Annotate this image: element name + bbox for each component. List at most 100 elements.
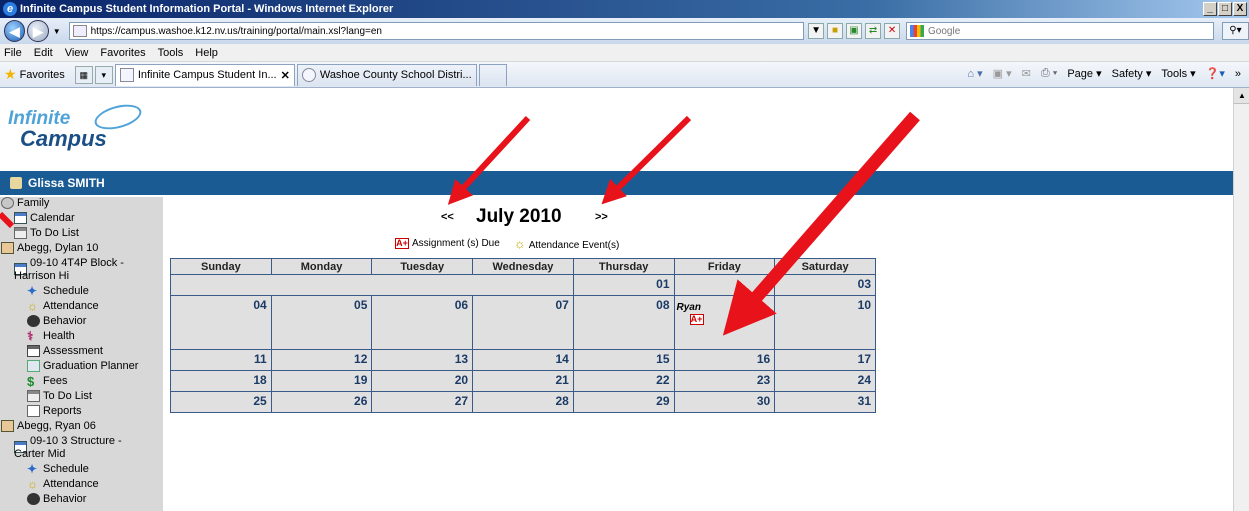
calendar-day[interactable]: 13 (371, 349, 474, 371)
page-menu[interactable]: Page ▾ (1067, 67, 1101, 80)
help-icon[interactable]: ❓▾ (1206, 67, 1225, 80)
menu-help[interactable]: Help (195, 47, 218, 59)
calendar-day[interactable]: 06 (371, 295, 474, 350)
favorites-star-icon[interactable]: ★ (4, 66, 17, 83)
calendar-day[interactable]: 31 (774, 391, 876, 413)
sidebar-item-label: Reports (43, 405, 82, 417)
mail-icon[interactable]: ✉ (1022, 67, 1031, 80)
calendar-day[interactable]: 04 (170, 295, 272, 350)
sidebar-item-graduation-planner[interactable]: Graduation Planner (0, 360, 163, 375)
menu-file[interactable]: File (4, 47, 22, 59)
vertical-scrollbar[interactable]: ▲ (1233, 88, 1249, 511)
calendar-day[interactable]: 20 (371, 370, 474, 392)
calendar-day[interactable]: 03 (774, 274, 876, 296)
lock-icon[interactable]: ■ (827, 23, 844, 39)
calendar-day[interactable]: 26 (270, 391, 373, 413)
sidebar-item-health[interactable]: ⚕ Health (0, 330, 163, 345)
sidebar-item-calendar[interactable]: Calendar (0, 212, 163, 227)
calendar-day[interactable]: 24 (774, 370, 876, 392)
sidebar-item-assessment[interactable]: Assessment (0, 345, 163, 360)
sidebar-item-label: To Do List (30, 227, 79, 239)
url-dropdown-icon[interactable]: ▼ (808, 23, 825, 39)
sidebar-item-student-ryan[interactable]: Abegg, Ryan 06 (0, 420, 163, 435)
sidebar-item-student-todo[interactable]: To Do List (0, 390, 163, 405)
menu-favorites[interactable]: Favorites (100, 47, 145, 59)
calendar-day[interactable] (673, 274, 776, 296)
calendar-day[interactable]: 16 (673, 349, 776, 371)
sidebar-item-family[interactable]: Family (0, 197, 163, 212)
assignment-due-icon[interactable]: A+ (689, 314, 704, 325)
new-tab-button[interactable] (478, 63, 507, 86)
quick-tabs-icon[interactable]: ▦ (74, 65, 93, 84)
sidebar-item-attendance[interactable]: ☼ Attendance (0, 300, 163, 315)
calendar-day[interactable]: 23 (673, 370, 776, 392)
calendar-day[interactable]: 19 (270, 370, 373, 392)
tools-menu[interactable]: Tools ▾ (1161, 67, 1195, 80)
calendar-day[interactable]: 29 (572, 391, 675, 413)
calendar-day[interactable]: 07 (472, 295, 574, 350)
history-dropdown-icon[interactable]: ▼ (53, 27, 61, 36)
calendar-day[interactable]: 22 (572, 370, 675, 392)
calendar-day[interactable]: 18 (170, 370, 272, 392)
calendar-day[interactable]: 15 (572, 349, 675, 371)
previous-month-button[interactable]: << (441, 211, 454, 223)
search-input[interactable]: Google (906, 22, 1214, 40)
calendar-day[interactable]: 08 (572, 295, 675, 350)
calendar-day[interactable]: 17 (774, 349, 876, 371)
event-student-name[interactable]: Ryan (675, 302, 771, 313)
url-input[interactable]: https://campus.washoe.k12.nv.us/training… (68, 22, 805, 40)
sidebar-item-todo[interactable]: To Do List (0, 227, 163, 242)
close-window-button[interactable]: X (1233, 2, 1247, 16)
forward-button[interactable]: ▶ (27, 20, 49, 42)
calendar-day[interactable]: 05 (270, 295, 373, 350)
calendar-day[interactable]: 12 (270, 349, 373, 371)
sidebar-item-schedule[interactable]: ✦ Schedule (0, 463, 163, 478)
refresh-icon[interactable]: ⇄ (865, 23, 882, 39)
sidebar-item-school-harrison[interactable]: 09-10 4T4P Block - Harrison Hi (0, 257, 163, 285)
calendar-day[interactable]: 11 (170, 349, 272, 371)
student-icon (1, 242, 14, 254)
sidebar-item-student-dylan[interactable]: Abegg, Dylan 10 (0, 242, 163, 257)
sidebar-item-behavior[interactable]: Behavior (0, 493, 163, 508)
back-button[interactable]: ◀ (4, 20, 26, 42)
minimize-button[interactable]: _ (1203, 2, 1217, 16)
calendar-day[interactable]: 10 (774, 295, 876, 350)
calendar-day[interactable]: 28 (472, 391, 574, 413)
menu-tools[interactable]: Tools (158, 47, 184, 59)
compatibility-icon[interactable]: ▣ (846, 23, 863, 39)
stop-icon[interactable]: ✕ (884, 23, 901, 39)
sidebar-item-fees[interactable]: $ Fees (0, 375, 163, 390)
next-month-button[interactable]: >> (595, 211, 608, 223)
calendar-day[interactable]: 25 (170, 391, 272, 413)
calendar-day[interactable]: 14 (472, 349, 574, 371)
sidebar-item-behavior[interactable]: Behavior (0, 315, 163, 330)
close-tab-icon[interactable]: ✕ (281, 69, 290, 82)
calendar-day-event[interactable]: Ryan A+ (673, 295, 776, 350)
menu-edit[interactable]: Edit (34, 47, 53, 59)
sidebar-item-reports[interactable]: Reports (0, 405, 163, 420)
favorites-button[interactable]: Favorites (20, 69, 65, 81)
calendar-day[interactable]: 27 (371, 391, 474, 413)
sidebar-item-schedule[interactable]: ✦ Schedule (0, 285, 163, 300)
scroll-up-arrow-icon[interactable]: ▲ (1234, 88, 1249, 104)
health-icon: ⚕ (27, 329, 34, 343)
home-icon[interactable]: ⌂ ▾ (967, 67, 982, 80)
calendar-day[interactable]: 21 (472, 370, 574, 392)
maximize-button[interactable]: □ (1218, 2, 1232, 16)
tab-washoe-county[interactable]: Washoe County School Distri... (296, 63, 477, 86)
sidebar-item-school-carter[interactable]: 09-10 3 Structure - Carter Mid (0, 435, 163, 463)
sidebar-item-attendance[interactable]: ☼ Attendance (0, 478, 163, 493)
month-title: July 2010 (476, 206, 562, 227)
search-button[interactable]: ⚲▾ (1221, 22, 1249, 40)
tab-list-icon[interactable]: ▾ (94, 65, 113, 84)
safety-menu[interactable]: Safety ▾ (1112, 67, 1152, 80)
tab-infinite-campus[interactable]: Infinite Campus Student In... ✕ (114, 63, 295, 86)
infinite-campus-logo[interactable]: Infinite Campus (8, 108, 107, 152)
print-icon[interactable]: ⎙ ▾ (1041, 67, 1057, 80)
calendar-day[interactable]: 30 (673, 391, 776, 413)
calendar-day[interactable]: 01 (572, 274, 675, 296)
menu-view[interactable]: View (65, 47, 89, 59)
feeds-icon[interactable]: ▣ ▾ (993, 67, 1012, 80)
legend-attendance-label: Attendance Event(s) (528, 240, 620, 251)
chevron-more-icon[interactable]: » (1235, 68, 1241, 80)
